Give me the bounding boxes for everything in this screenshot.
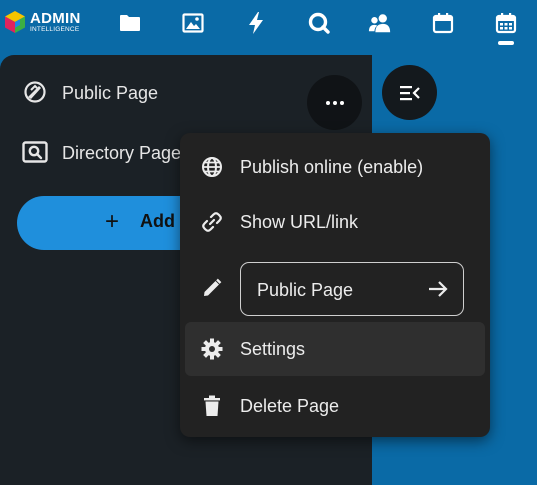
globe-rocket-icon [22, 79, 48, 105]
active-tab-indicator [498, 41, 514, 45]
page-options-menu: Publish online (enable) Show URL/link Pu… [180, 133, 490, 437]
menu-item-label: Settings [240, 339, 306, 359]
sidebar-item-public-page[interactable]: Public Page [0, 65, 372, 130]
globe-icon [200, 155, 224, 179]
sidebar-item-label: Directory Page [62, 143, 182, 163]
search-bubble-icon[interactable] [307, 11, 331, 35]
logo-subtitle: INTELLIGENCE [30, 26, 80, 33]
users-icon[interactable] [368, 11, 392, 35]
logo-cube-icon [5, 11, 25, 33]
image-icon[interactable] [181, 11, 205, 35]
add-button-label: Add [140, 211, 175, 231]
menu-item-publish-online[interactable]: Publish online (enable) [185, 140, 485, 194]
link-icon [200, 210, 224, 234]
page-name-value: Public Page [257, 280, 354, 300]
trash-icon [200, 394, 224, 418]
calendar-icon[interactable] [431, 11, 455, 35]
gear-icon [200, 337, 224, 361]
menu-item-settings[interactable]: Settings [185, 322, 485, 376]
menu-item-delete-page[interactable]: Delete Page [185, 379, 485, 433]
plus-icon: + [105, 208, 120, 235]
menu-item-label: Show URL/link [240, 212, 359, 232]
top-navigation-bar: ADMIN INTELLIGENCE [0, 0, 537, 50]
page-name-input[interactable]: Public Page [240, 262, 464, 316]
sidebar-item-label: Public Page [62, 83, 159, 103]
menu-item-label: Publish online (enable) [240, 157, 424, 177]
collapse-menu-icon [399, 85, 420, 100]
pencil-icon [200, 276, 224, 300]
lightning-icon[interactable] [244, 11, 268, 35]
logo-title: ADMIN [30, 10, 81, 27]
admin-intelligence-logo[interactable]: ADMIN INTELLIGENCE [4, 10, 94, 36]
more-dots-icon [325, 100, 344, 105]
more-options-button[interactable] [307, 75, 362, 130]
folder-icon[interactable] [118, 11, 142, 35]
arrow-right-icon[interactable] [427, 278, 449, 300]
search-frame-icon [22, 139, 48, 165]
collapse-sidebar-button[interactable] [382, 65, 437, 120]
menu-item-show-url[interactable]: Show URL/link [185, 195, 485, 249]
calendar-grid-icon[interactable] [494, 11, 518, 35]
menu-item-label: Delete Page [240, 396, 340, 416]
